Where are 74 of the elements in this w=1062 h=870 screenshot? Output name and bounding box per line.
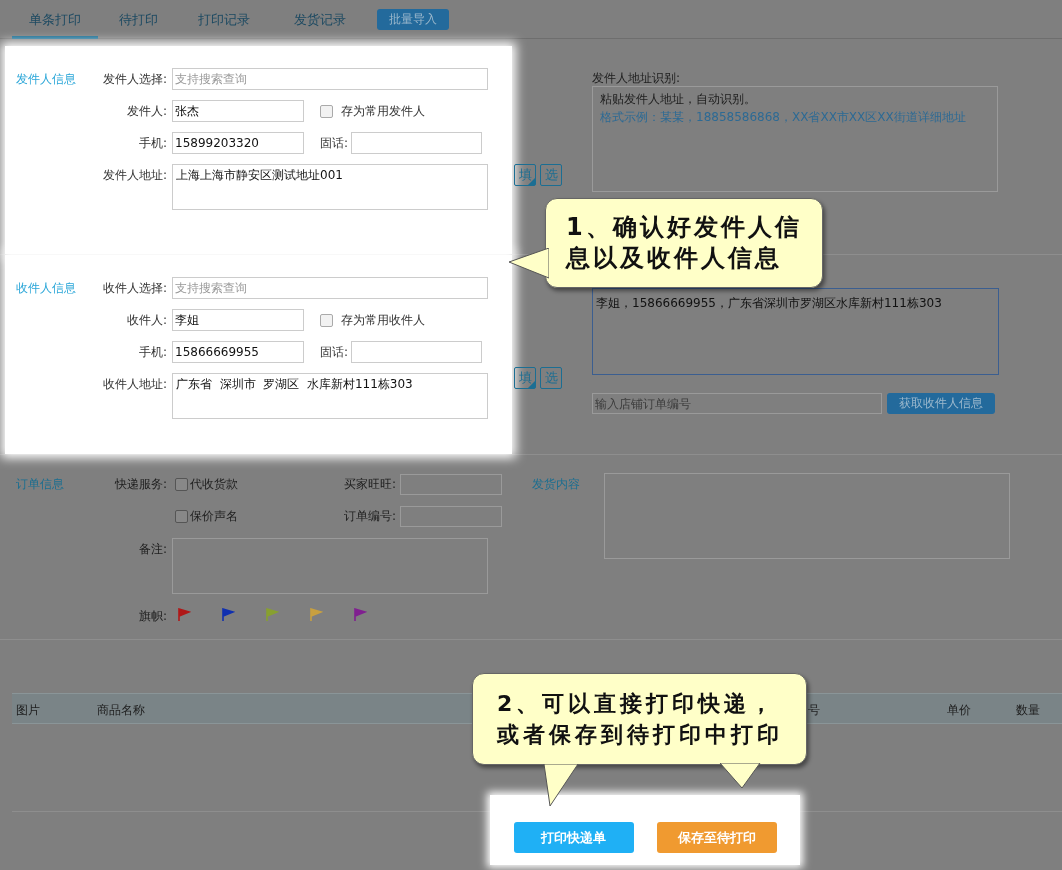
fetch-receiver-button[interactable]: 获取收件人信息 [887, 393, 995, 414]
column-header: 商品名称 [97, 702, 145, 719]
fill-button[interactable]: 填 [514, 164, 536, 186]
input-field[interactable]: 张杰 [172, 100, 304, 122]
tab[interactable]: 待打印 [98, 0, 178, 39]
save-button[interactable]: 保存至待打印 [656, 822, 777, 853]
example-text: 格式示例：某某，18858586868，XX省XX市XX区XX街道详细地址 [600, 109, 967, 126]
input-field[interactable] [351, 132, 483, 154]
field-label: 快递服务: [113, 476, 167, 493]
field-label: 收件人选择: [101, 280, 167, 297]
field-label: 发件人选择: [101, 71, 167, 88]
field-label: 买家旺旺: [342, 475, 396, 493]
field-label: 固话: [320, 344, 349, 361]
field-label: 手机: [137, 135, 167, 152]
tab[interactable]: 打印记录 [178, 0, 270, 39]
batch-import-button[interactable]: 批量导入 [377, 8, 449, 30]
section-label: 发件人信息 [16, 71, 77, 88]
field-label: 发件人: [125, 103, 167, 120]
input-field[interactable]: 15899203320 [172, 132, 304, 154]
address-recognize-field[interactable]: 李姐，15866669955，广东省深圳市罗湖区水库新村111栋303 [592, 288, 999, 375]
input-field[interactable]: 15866669955 [172, 341, 304, 363]
field-label: 发件人地址识别: [592, 70, 682, 86]
flag-icon[interactable] [353, 608, 367, 622]
checkbox[interactable] [320, 313, 333, 327]
flag-icon[interactable] [265, 608, 279, 622]
callout-bubble: 1、确认好发件人信息以及收件人信息 [545, 198, 823, 288]
search-field[interactable]: 支持搜索查询 [172, 68, 488, 90]
field-label: 旗帜: [137, 608, 167, 625]
field-label: 备注: [137, 541, 167, 558]
column-header: 单价 [947, 702, 971, 719]
tab[interactable]: 发货记录 [270, 0, 370, 39]
print-button[interactable]: 打印快递单 [513, 822, 634, 853]
choose-button[interactable]: 选 [540, 367, 562, 389]
address-recognize-field[interactable]: 粘贴发件人地址，自动识别。 格式示例：某某，18858586868，XX省XX市XX区XX街道详细地址 [592, 86, 998, 192]
input-field[interactable] [400, 473, 502, 495]
flag-icon[interactable] [177, 608, 191, 622]
checkbox-label: 代收货款 [190, 475, 239, 493]
flag-icon[interactable] [221, 608, 235, 622]
callout-pointer [509, 248, 549, 280]
input-field[interactable] [400, 506, 502, 527]
callout-pointer [718, 763, 762, 789]
callout-bubble: 2、可以直接打印快递，或者保存到待打印中打印 [472, 673, 807, 765]
hint-text: 粘贴发件人地址，自动识别。 [600, 91, 757, 108]
checkbox[interactable] [175, 477, 188, 491]
checkbox-label: 存为常用收件人 [341, 311, 425, 329]
input-field[interactable] [351, 341, 483, 363]
tab[interactable]: 单条打印 [12, 0, 98, 39]
field-label: 收件人地址: [101, 376, 167, 393]
remark-field[interactable] [172, 538, 488, 594]
field-label: 收件人: [125, 312, 167, 329]
checkbox[interactable] [175, 510, 188, 523]
field-label: 订单编号: [342, 508, 396, 525]
section-label: 订单信息 [16, 476, 65, 493]
field-label: 发件人地址: [101, 167, 167, 184]
content-field[interactable] [604, 473, 1010, 559]
field-label: 固话: [320, 135, 349, 152]
address-field[interactable]: 上海上海市静安区测试地址001 [172, 164, 488, 210]
fill-button[interactable]: 填 [514, 367, 536, 389]
section-label: 收件人信息 [16, 280, 77, 297]
column-header: 数量 [1016, 702, 1040, 719]
search-field[interactable]: 支持搜索查询 [172, 277, 488, 299]
column-header: 号 [808, 702, 820, 719]
order-number-field[interactable]: 输入店铺订单编号 [592, 393, 882, 414]
choose-button[interactable]: 选 [540, 164, 562, 186]
checkbox-label: 保价声名 [190, 508, 239, 525]
flag-icon[interactable] [309, 608, 323, 622]
checkbox-label: 存为常用发件人 [341, 102, 425, 120]
field-label: 手机: [137, 344, 167, 361]
checkbox[interactable] [320, 104, 333, 118]
address-field[interactable]: 广东省 深圳市 罗湖区 水库新村111栋303 [172, 373, 488, 419]
column-header: 图片 [16, 702, 40, 719]
input-field[interactable]: 李姐 [172, 309, 304, 331]
section-label: 发货内容 [532, 476, 581, 493]
callout-pointer [540, 764, 580, 806]
